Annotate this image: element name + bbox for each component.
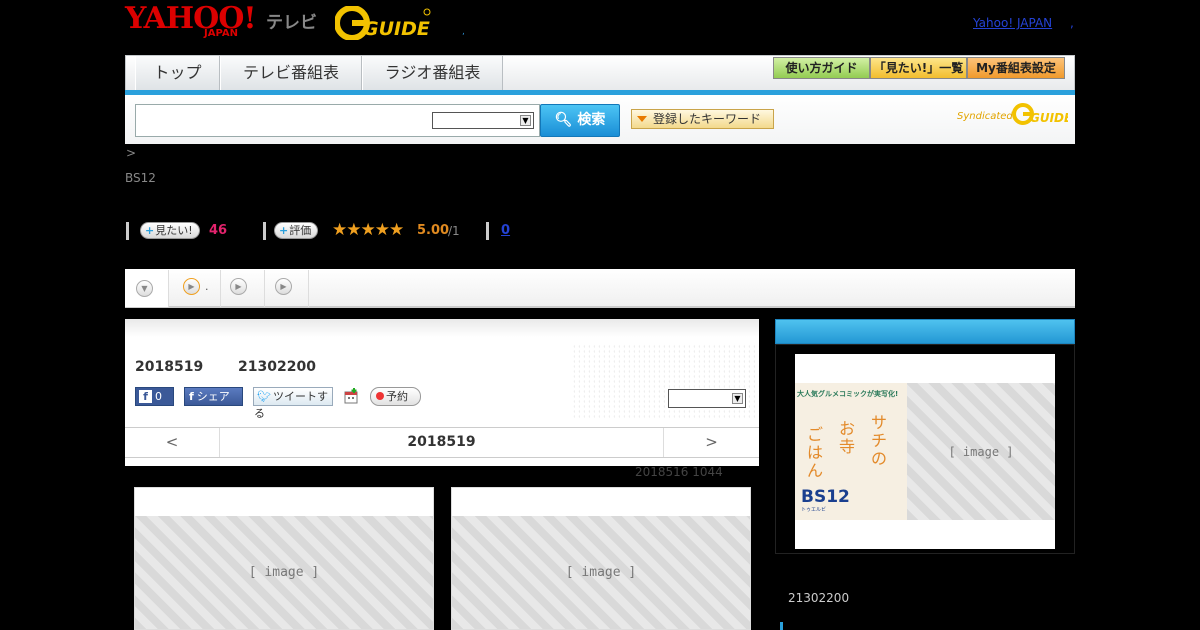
program-photo-2-placeholder: [ image ] xyxy=(452,516,750,629)
gguide-logo-text: GUIDE xyxy=(363,18,430,40)
rate-label: 評価 xyxy=(289,224,312,237)
syndicated-gguide-logo: GUIDE xyxy=(1012,103,1068,125)
ad-cast-photo: [ image ] xyxy=(907,383,1055,520)
sidebar-accent-bar xyxy=(780,622,783,630)
chevron-down-icon: ▼ xyxy=(732,393,743,404)
ad-channel-logo: BS12 xyxy=(801,487,850,507)
ad-title-col3: ごはん xyxy=(807,425,824,480)
rate-button[interactable]: +評価 xyxy=(274,222,319,239)
mitai-count: 46 xyxy=(209,223,228,238)
record-button[interactable]: 予約 xyxy=(370,387,421,406)
previous-day-button[interactable]: < xyxy=(125,428,220,457)
program-photo-1[interactable]: [ image ] xyxy=(134,487,434,630)
tab-4[interactable]: ▶ xyxy=(265,270,309,307)
mitai-list-button[interactable]: 「見たい!」一覧 xyxy=(870,57,967,79)
search-button[interactable]: 🔍︎ 検索 xyxy=(540,104,620,137)
saved-keywords-button[interactable]: 登録したキーワード xyxy=(631,109,774,129)
facebook-share-label: シェア xyxy=(196,390,230,403)
breadcrumb[interactable]: > xyxy=(126,146,136,160)
divider xyxy=(263,222,266,240)
play-icon: ▶ xyxy=(275,278,292,295)
ad-title-col1: サチの xyxy=(871,413,888,468)
chevron-down-icon: ▼ xyxy=(136,280,153,297)
syndicated-logo-text: GUIDE xyxy=(1030,111,1068,125)
tab-3[interactable]: ▶ xyxy=(221,270,265,307)
current-day-label: 2018519 xyxy=(407,434,476,450)
tab-2-label: . xyxy=(205,280,209,293)
program-time: 21302200 xyxy=(238,359,316,375)
plus-icon: + xyxy=(279,224,289,237)
guide-button[interactable]: 使い方ガイド xyxy=(773,57,870,79)
nav-tab-top[interactable]: トップ xyxy=(135,56,220,90)
divider xyxy=(126,222,129,240)
program-date: 2018519 xyxy=(135,359,204,375)
ad-tagline: 大人気グルメコミックが実写化! xyxy=(797,390,899,398)
rating-value: 5.00 xyxy=(417,223,450,238)
rating-count: /1 xyxy=(448,224,460,238)
nav-tab-tv-schedule[interactable]: テレビ番組表 xyxy=(220,56,362,90)
tab-2[interactable]: ▶ . xyxy=(169,270,221,307)
yahoo-japan-link[interactable]: Yahoo! JAPAN xyxy=(973,16,1052,30)
ad-banner[interactable]: 大人気グルメコミックが実写化! サチの お寺 ごはん BS12 トゥエルビ [ … xyxy=(795,354,1055,549)
header-dot: , xyxy=(462,27,465,37)
saved-keywords-label: 登録したキーワード xyxy=(653,112,762,126)
sidebar-time: 21302200 xyxy=(788,591,850,605)
program-options-select[interactable]: ▼ xyxy=(668,389,746,408)
record-dot-icon xyxy=(376,392,384,400)
nav-tab-radio-schedule[interactable]: ラジオ番組表 xyxy=(362,56,503,90)
facebook-icon: f xyxy=(189,390,194,403)
plus-icon: + xyxy=(145,224,155,237)
my-schedule-settings-button[interactable]: My番組表設定 xyxy=(967,57,1065,79)
search-category-select[interactable]: ▼ xyxy=(432,112,534,129)
search-button-label: 検索 xyxy=(577,112,606,128)
program-panel-header xyxy=(125,319,759,337)
play-icon: ▶ xyxy=(230,278,247,295)
ad-title-col2: お寺 xyxy=(839,419,856,456)
tweet-button[interactable]: 🐦︎ ツイートする xyxy=(253,387,333,420)
yahoo-japan-sublabel: JAPAN xyxy=(204,28,238,39)
tab-1[interactable]: ▼ xyxy=(125,270,169,307)
page-root: YAHOO! JAPAN テレビ GUIDE , Yahoo! JAPAN , … xyxy=(0,0,1200,630)
last-updated: 2018516 1044 xyxy=(635,465,723,479)
record-label: 予約 xyxy=(386,390,408,403)
facebook-like-button[interactable]: f0 xyxy=(135,387,174,406)
yahoo-japan-link-suffix: , xyxy=(1070,16,1074,30)
gguide-logo[interactable]: GUIDE xyxy=(335,6,431,40)
facebook-icon: f xyxy=(139,390,152,403)
review-count-link[interactable]: 0 xyxy=(501,223,510,238)
ad-channel-sub: トゥエルビ xyxy=(801,507,827,513)
chevron-down-icon: ▼ xyxy=(520,115,531,126)
search-icon: 🔍︎ xyxy=(554,112,573,128)
facebook-like-count: 0 xyxy=(155,390,162,403)
sidebar-header xyxy=(775,319,1075,344)
calendar-add-icon[interactable] xyxy=(343,388,359,404)
facebook-share-button[interactable]: f シェア xyxy=(184,387,243,406)
twitter-bird-icon: 🐦︎ xyxy=(257,390,271,403)
next-day-button[interactable]: > xyxy=(663,428,759,457)
mitai-label: 見たい! xyxy=(155,224,193,237)
decorative-dots xyxy=(570,345,759,420)
star-rating-icons: ★★★★★ xyxy=(332,220,404,240)
syndicated-label: Syndicated xyxy=(957,111,1013,122)
play-icon: ▶ xyxy=(183,278,200,295)
program-photo-2[interactable]: [ image ] xyxy=(451,487,751,630)
mitai-button[interactable]: +見たい! xyxy=(140,222,200,239)
triangle-down-icon xyxy=(637,116,647,122)
program-photo-1-placeholder: [ image ] xyxy=(135,516,433,629)
tv-label[interactable]: テレビ xyxy=(266,8,317,33)
divider xyxy=(486,222,489,240)
channel-name: BS12 xyxy=(125,171,156,185)
